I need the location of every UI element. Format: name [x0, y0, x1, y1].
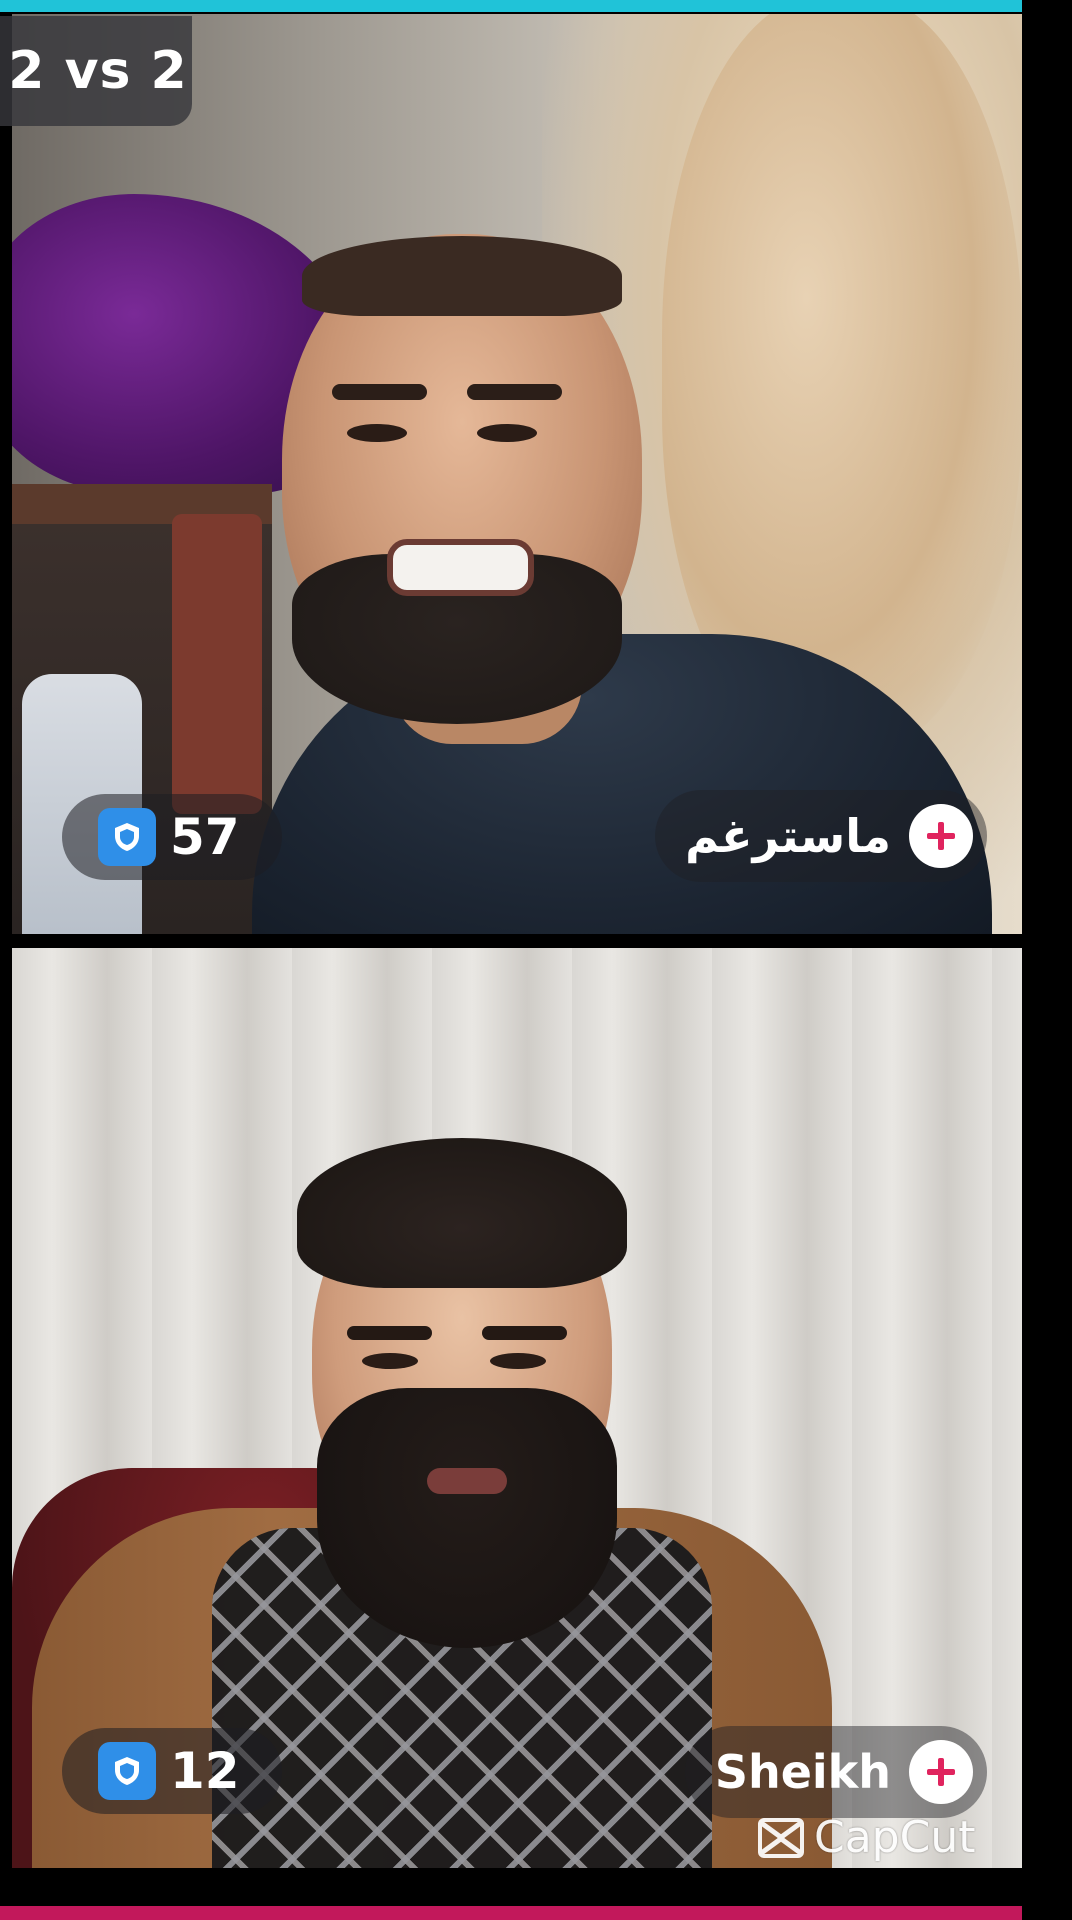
participant-video-tile-2[interactable]: 12 Sheikh	[12, 948, 1022, 1868]
participant-name-pill[interactable]: Sheikh	[684, 1726, 987, 1818]
top-accent-bar	[0, 0, 1022, 12]
participant-name: Sheikh	[714, 1745, 891, 1799]
participant-name: ماسترغم	[685, 809, 891, 863]
live-battle-screen: 57 ماسترغم 12 Sheikh 2 vs 2 CapCut	[0, 0, 1072, 1920]
capcut-watermark-text: CapCut	[814, 1812, 976, 1863]
capcut-logo-icon	[758, 1817, 804, 1858]
participant-video-tile-1[interactable]: 57 ماسترغم	[12, 14, 1022, 934]
plus-icon	[927, 822, 955, 850]
follow-plus-button[interactable]	[909, 1740, 973, 1804]
viewer-count: 12	[170, 1742, 240, 1800]
battle-mode-label: 2 vs 2	[8, 41, 188, 101]
shield-icon	[98, 1742, 156, 1800]
battle-mode-badge: 2 vs 2	[0, 16, 192, 126]
follow-plus-button[interactable]	[909, 804, 973, 868]
viewer-count-pill[interactable]: 57	[62, 794, 282, 880]
shield-icon	[98, 808, 156, 866]
viewer-count-pill[interactable]: 12	[62, 1728, 282, 1814]
bottom-accent-bar	[0, 1906, 1022, 1920]
capcut-watermark: CapCut	[756, 1812, 975, 1863]
participant-name-pill[interactable]: ماسترغم	[655, 790, 987, 882]
plus-icon	[927, 1758, 955, 1786]
right-edge-panel	[1022, 0, 1072, 1920]
viewer-count: 57	[170, 808, 240, 866]
